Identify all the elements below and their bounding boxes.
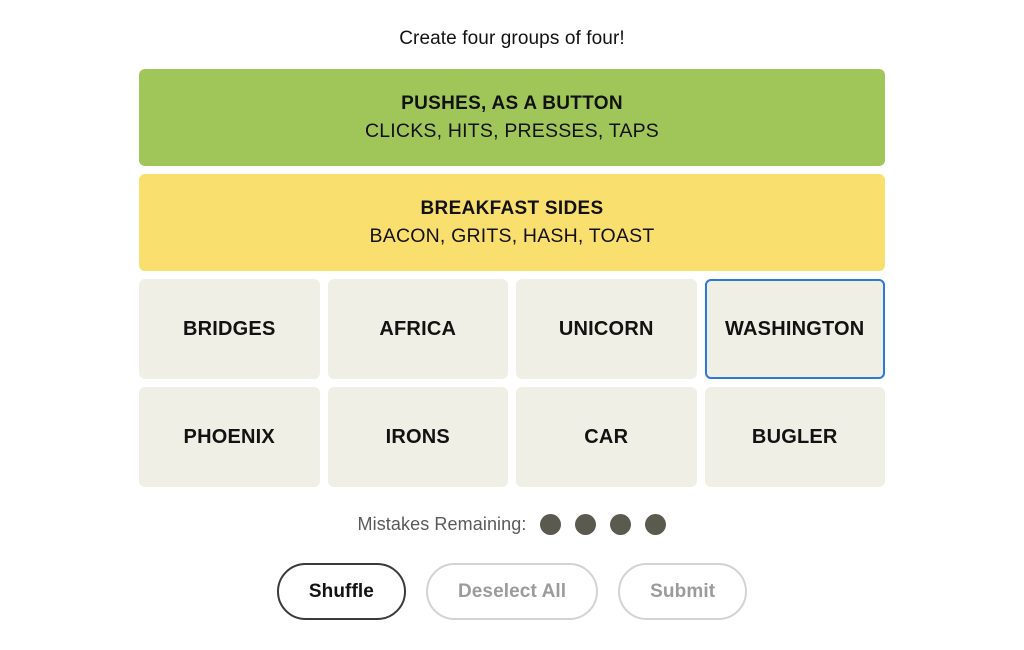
page-title: Create four groups of four! — [399, 28, 625, 49]
mistake-dot — [540, 514, 562, 535]
word-tile[interactable]: PHOENIX — [139, 387, 320, 487]
solved-group-row: BREAKFAST SIDES BACON, GRITS, HASH, TOAS… — [139, 174, 885, 271]
shuffle-button[interactable]: Shuffle — [276, 563, 406, 620]
deselect-all-button: Deselect All — [425, 563, 599, 620]
word-tile-label: AFRICA — [379, 318, 457, 340]
word-tile[interactable]: CAR — [516, 387, 697, 487]
mistake-dot-list — [540, 514, 667, 535]
solved-group-title: BREAKFAST SIDES — [420, 197, 604, 219]
shuffle-button-label: Shuffle — [308, 580, 374, 602]
mistake-dot — [645, 514, 667, 535]
word-tile-label: CAR — [584, 426, 629, 448]
solved-group-title: PUSHES, AS A BUTTON — [401, 92, 623, 114]
mistake-dot — [610, 514, 632, 535]
word-tile-label: BRIDGES — [182, 318, 276, 340]
word-tile[interactable]: WASHINGTON — [704, 279, 885, 379]
solved-group-members: BACON, GRITS, HASH, TOAST — [369, 224, 655, 247]
word-tile-label: BUGLER — [751, 426, 838, 448]
tile-row: BRIDGES AFRICA UNICORN WASHINGTON — [139, 279, 885, 379]
word-tile-label: UNICORN — [558, 318, 654, 340]
game-board: PUSHES, AS A BUTTON CLICKS, HITS, PRESSE… — [139, 69, 885, 487]
word-tile-label: WASHINGTON — [725, 318, 865, 340]
submit-button-label: Submit — [650, 580, 716, 602]
mistake-dot — [575, 514, 597, 535]
word-tile[interactable]: BUGLER — [704, 387, 885, 487]
word-tile-label: IRONS — [385, 426, 450, 448]
mistakes-remaining-label: Mistakes Remaining: — [357, 514, 527, 534]
action-button-bar: Shuffle Deselect All Submit — [276, 563, 748, 620]
connections-game: Create four groups of four! PUSHES, AS A… — [0, 0, 1024, 650]
solved-group-row: PUSHES, AS A BUTTON CLICKS, HITS, PRESSE… — [139, 69, 885, 166]
word-tile[interactable]: IRONS — [327, 387, 508, 487]
mistakes-remaining: Mistakes Remaining: — [358, 514, 667, 535]
submit-button: Submit — [618, 563, 748, 620]
word-tile[interactable]: AFRICA — [327, 279, 508, 379]
solved-group-members: CLICKS, HITS, PRESSES, TAPS — [364, 119, 659, 142]
word-tile[interactable]: UNICORN — [516, 279, 697, 379]
deselect-all-button-label: Deselect All — [457, 580, 567, 602]
tile-row: PHOENIX IRONS CAR BUGLER — [139, 387, 885, 487]
word-tile[interactable]: BRIDGES — [139, 279, 320, 379]
word-tile-label: PHOENIX — [183, 426, 275, 448]
